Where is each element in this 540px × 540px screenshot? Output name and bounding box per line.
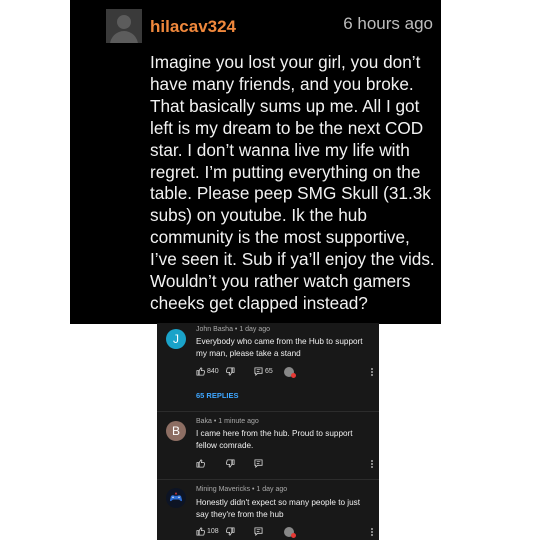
comment-meta: Mining Mavericks • 1 day ago bbox=[196, 486, 288, 493]
avatar[interactable]: B bbox=[166, 421, 186, 441]
reply-button[interactable]: 65 bbox=[254, 367, 273, 376]
comment-meta: John Basha • 1 day ago bbox=[196, 326, 271, 333]
creator-heart-badge bbox=[284, 367, 296, 378]
comment-text: I came here from the hub. Proud to suppo… bbox=[196, 429, 353, 450]
comment-meta: Baka • 1 minute ago bbox=[196, 418, 259, 425]
like-button[interactable] bbox=[196, 459, 205, 468]
comment-bubble-icon bbox=[254, 367, 263, 376]
divider bbox=[157, 411, 379, 412]
thumbs-down-icon bbox=[226, 527, 235, 536]
comment-actions: 840 65 bbox=[196, 367, 374, 379]
comment-item: Mining Mavericks • 1 day ago Honestly di… bbox=[157, 483, 379, 540]
thumbs-down-icon bbox=[226, 459, 235, 468]
divider bbox=[157, 479, 379, 480]
comment-timestamp: 6 hours ago bbox=[343, 14, 433, 33]
comment-username[interactable]: hilacav324 bbox=[150, 17, 236, 37]
like-count: 840 bbox=[207, 368, 219, 375]
dislike-button[interactable] bbox=[226, 367, 235, 376]
creator-avatar-heart-icon bbox=[284, 367, 296, 378]
comment-actions bbox=[196, 459, 374, 471]
comment-thread: J John Basha • 1 day ago Everybody who c… bbox=[157, 323, 379, 540]
more-options-icon[interactable] bbox=[370, 459, 374, 469]
more-options-icon[interactable] bbox=[370, 527, 374, 537]
thumbs-up-icon bbox=[196, 367, 205, 376]
comment-item: B Baka • 1 minute ago I came here from t… bbox=[157, 415, 379, 479]
comment-body: Imagine you lost your girl, you don’t ha… bbox=[150, 52, 435, 313]
view-replies-link[interactable]: 65 REPLIES bbox=[196, 391, 239, 400]
comment-actions: 108 bbox=[196, 527, 374, 539]
comment-text: Honestly didn't expect so many people to… bbox=[196, 498, 361, 519]
more-options-icon[interactable] bbox=[370, 367, 374, 377]
reply-button[interactable] bbox=[254, 459, 263, 468]
creator-heart-badge bbox=[284, 527, 296, 538]
reply-count: 65 bbox=[265, 368, 273, 375]
user-avatar-placeholder-icon[interactable] bbox=[106, 9, 142, 43]
avatar[interactable]: J bbox=[166, 329, 186, 349]
comment-text: Everybody who came from the Hub to suppo… bbox=[196, 337, 363, 358]
dislike-button[interactable] bbox=[226, 527, 235, 536]
featured-comment-card: hilacav324 6 hours ago Imagine you lost … bbox=[70, 0, 441, 324]
thumbs-up-icon bbox=[196, 527, 205, 536]
comment-item: J John Basha • 1 day ago Everybody who c… bbox=[157, 323, 379, 415]
like-button[interactable]: 840 bbox=[196, 367, 219, 376]
creator-avatar-heart-icon bbox=[284, 527, 296, 538]
like-button[interactable]: 108 bbox=[196, 527, 219, 536]
thumbs-up-icon bbox=[196, 459, 205, 468]
gamepad-logo-icon[interactable] bbox=[166, 488, 186, 508]
comment-bubble-icon bbox=[254, 527, 263, 536]
comment-bubble-icon bbox=[254, 459, 263, 468]
like-count: 108 bbox=[207, 528, 219, 535]
reply-button[interactable] bbox=[254, 527, 263, 536]
thumbs-down-icon bbox=[226, 367, 235, 376]
dislike-button[interactable] bbox=[226, 459, 235, 468]
